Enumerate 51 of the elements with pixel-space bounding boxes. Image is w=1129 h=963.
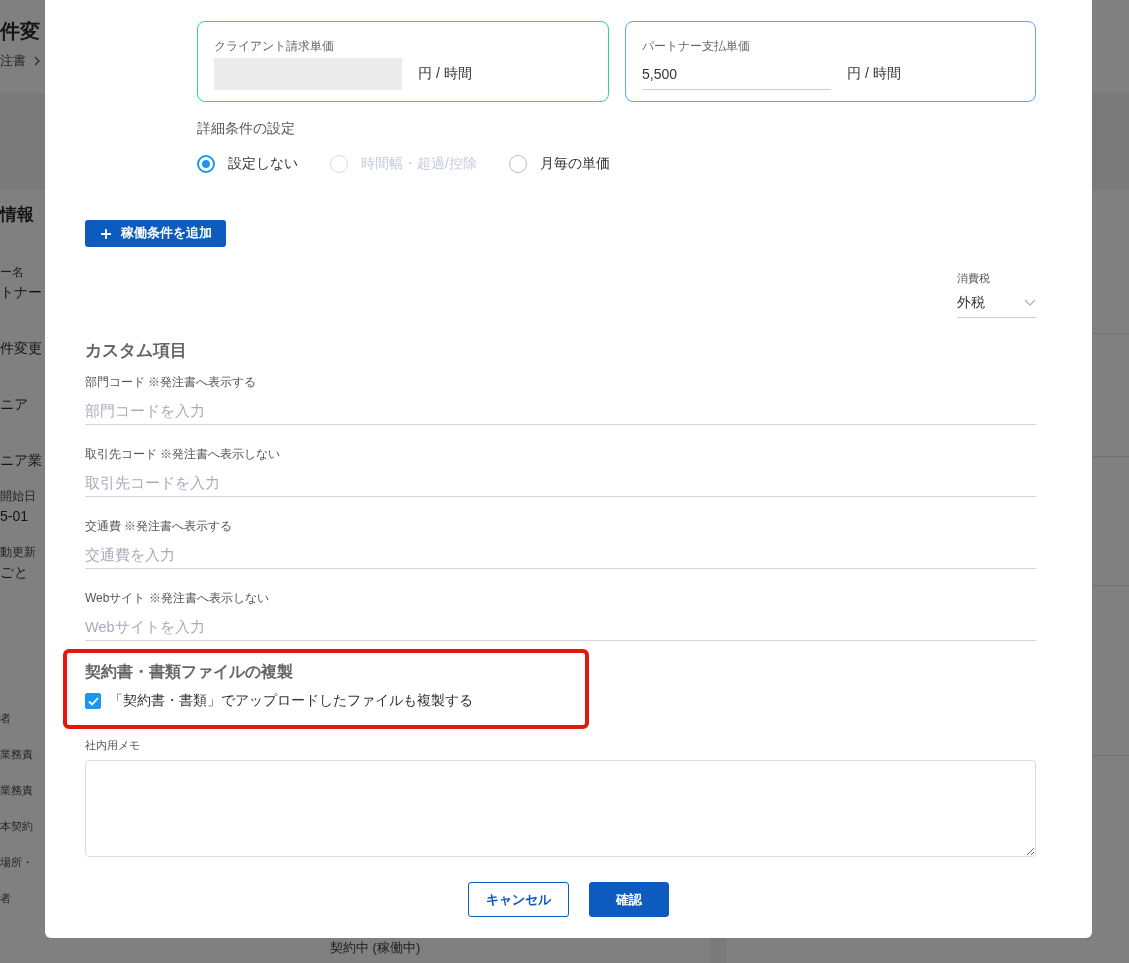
field-value: 件変更 <box>0 339 42 358</box>
memo-label: 社内用メモ <box>85 738 140 752</box>
field-label: 業務責 <box>0 747 33 762</box>
section-label: 詳細条件の設定 <box>197 120 295 138</box>
unit-label: 円 / 時間 <box>847 65 901 83</box>
text-field[interactable]: 取引先コードを入力 <box>85 469 1036 497</box>
checkbox[interactable] <box>85 693 101 709</box>
radio-button[interactable] <box>197 155 215 173</box>
chevron-down-icon <box>1024 299 1036 306</box>
price-label: パートナー支払単価 <box>642 39 750 53</box>
text-field[interactable]: Webサイトを入力 <box>85 613 1036 641</box>
cancel-button[interactable]: キャンセル <box>468 882 569 917</box>
field-label: 開始日 <box>0 489 36 503</box>
status-text: 契約中 (稼働中) <box>330 940 421 955</box>
tax-label: 消費税 <box>957 271 990 285</box>
field-label: 部門コード ※発注書へ表示する <box>85 375 257 389</box>
field-label: 交通費 ※発注書へ表示する <box>85 519 233 533</box>
radio-label: 時間幅・超過/控除 <box>361 155 477 173</box>
section-heading: 契約書・書類ファイルの複製 <box>85 662 293 682</box>
field-value: ニア <box>0 395 28 414</box>
field-value: トナー <box>0 283 42 302</box>
plus-icon <box>101 228 111 239</box>
page-title: 件変 <box>0 19 40 44</box>
confirm-button[interactable]: 確認 <box>589 882 669 917</box>
radio-label: 設定しない <box>228 155 298 173</box>
tax-select[interactable]: 外税 <box>957 288 1036 318</box>
price-label: クライアント請求単価 <box>214 39 334 53</box>
field-label: 場所・ <box>0 855 33 870</box>
section-heading: カスタム項目 <box>85 340 187 362</box>
field-value: ニア業 <box>0 451 42 470</box>
field-label: 者 <box>0 711 11 726</box>
add-condition-button[interactable]: 稼働条件を追加 <box>85 220 226 247</box>
field-value: 5-01 <box>0 507 29 526</box>
price-input[interactable]: 5,500 <box>642 58 831 90</box>
field-label: ー名 <box>0 265 24 279</box>
breadcrumb-link[interactable]: 注書 <box>0 52 26 70</box>
field-label: 動更新 <box>0 545 36 559</box>
radio-label: 月毎の単価 <box>539 155 610 173</box>
text-field[interactable]: 部門コードを入力 <box>85 397 1036 425</box>
field-label: 本契約 <box>0 819 33 834</box>
section-title: 情報 <box>0 204 34 226</box>
text-field[interactable]: 交通費を入力 <box>85 541 1036 569</box>
unit-label: 円 / 時間 <box>418 65 472 83</box>
chevron-right-icon <box>34 56 40 66</box>
memo-field[interactable] <box>85 760 1036 857</box>
field-label: Webサイト ※発注書へ表示しない <box>85 591 269 605</box>
field-label: 業務責 <box>0 783 33 798</box>
checkbox-label: 「契約書・書類」でアップロードしたファイルも複製する <box>109 692 473 710</box>
field-label: 取引先コード ※発注書へ表示しない <box>85 447 281 461</box>
field-value: ごと <box>0 563 28 582</box>
field-label: 者 <box>0 891 11 906</box>
